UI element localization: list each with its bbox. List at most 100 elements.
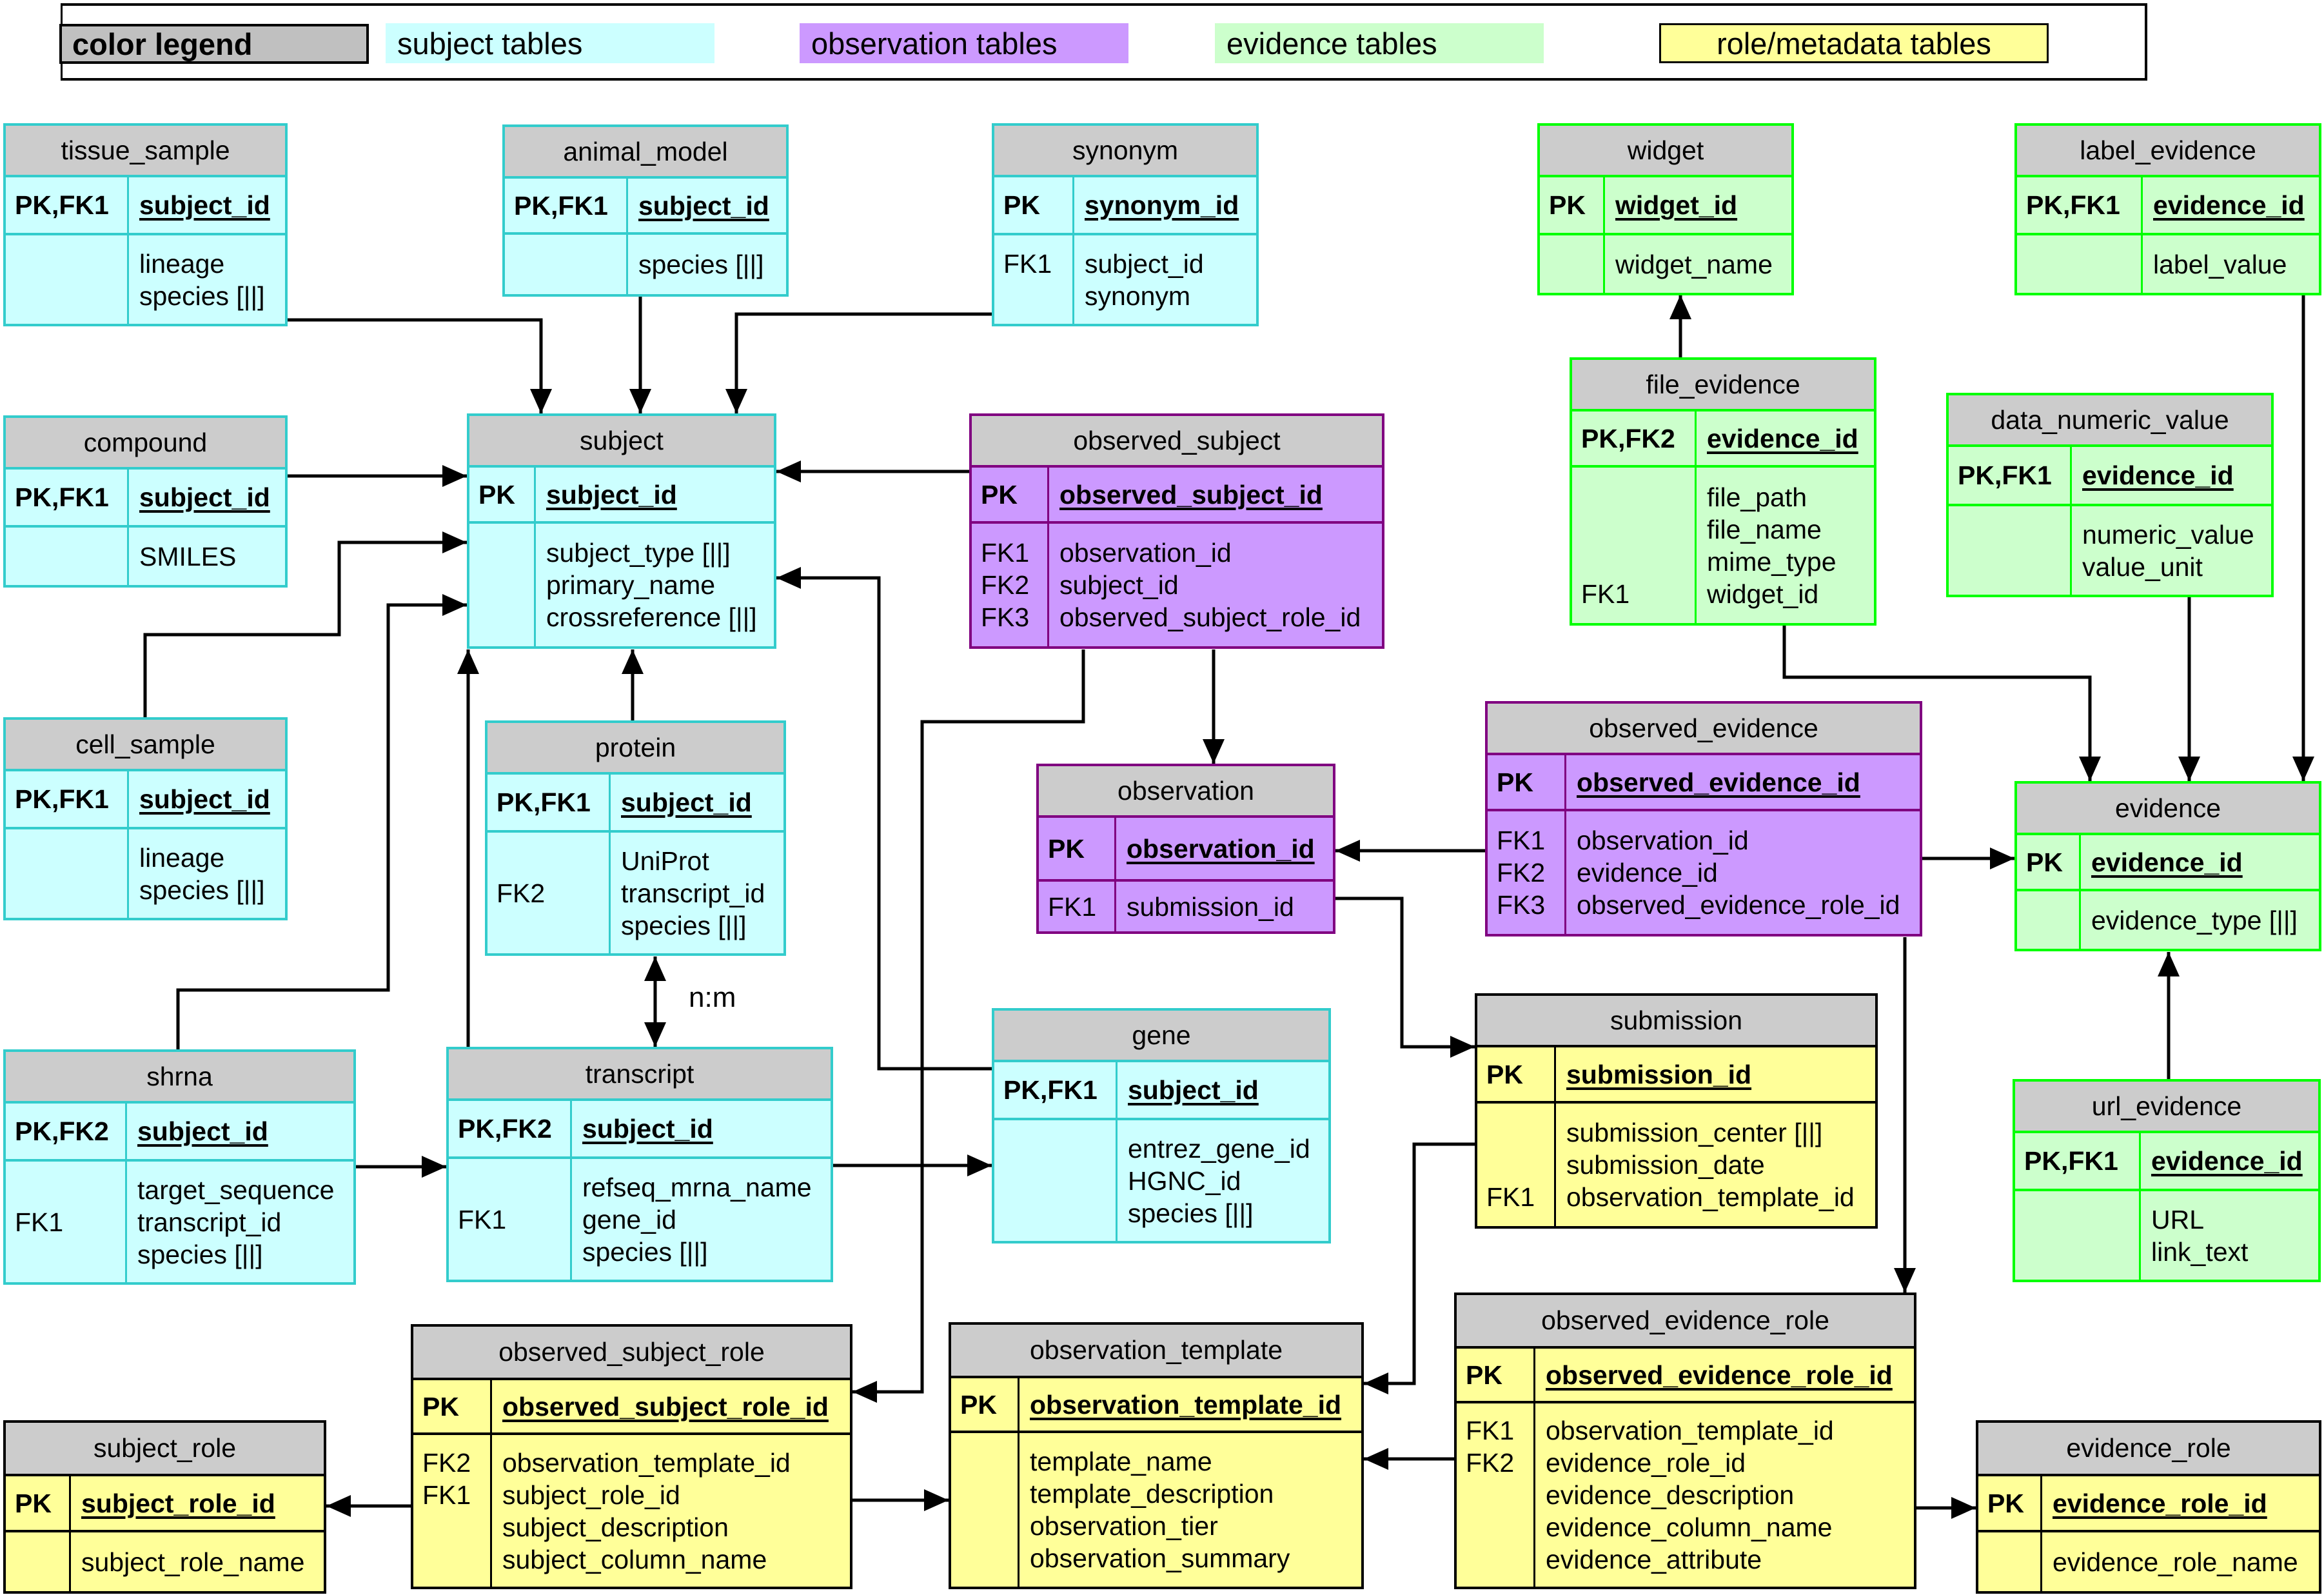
table-title: submission	[1477, 996, 1875, 1047]
key-marker: PK	[478, 479, 515, 510]
field-name: widget_name	[1615, 249, 1773, 279]
field-key-marker	[1486, 1149, 1554, 1181]
field-key-marker	[960, 1510, 1018, 1542]
field-key-marker: FK2	[497, 878, 546, 908]
field-key-marker	[1958, 519, 2070, 551]
primary-key-row: PK widget_id	[1540, 177, 1791, 235]
key-marker: PK,FK1	[2026, 190, 2120, 220]
field-list: FK1 submission_center [||] submission_date…	[1477, 1104, 1875, 1226]
field-list: FK1 FK2 FK3 observation_id evidence_id observ…	[1488, 811, 1920, 934]
field-key-marker	[960, 1445, 1018, 1478]
table-title: widget	[1540, 126, 1791, 177]
field-key-marker	[478, 601, 534, 633]
table-evidence: evidence PK evidence_id evidence_type [||]	[2014, 781, 2321, 951]
protein-end-arrowhead-icon	[644, 956, 666, 981]
field-name: evidence_role_id	[1546, 1448, 1746, 1478]
field-name: mime_type	[1707, 546, 1837, 577]
primary-key-row: PK,FK1 evidence_id	[1949, 447, 2271, 506]
primary-key-field: evidence_id	[2153, 190, 2305, 220]
primary-key-row: PK,FK2 subject_id	[449, 1101, 831, 1159]
primary-key-field: subject_id	[137, 1116, 268, 1146]
field-name: value_unit	[2082, 551, 2203, 582]
observed_subject-observed_subject_role-arrowhead-icon	[852, 1381, 877, 1403]
transcript-end-arrowhead-icon	[644, 1022, 666, 1047]
observation-submission-arrowhead-icon	[1450, 1036, 1475, 1058]
field-key-marker	[514, 248, 626, 281]
table-title: tissue_sample	[6, 126, 285, 177]
field-list: widget_name	[1540, 235, 1791, 293]
primary-key-row: PK synonym_id	[994, 177, 1256, 235]
primary-key-row: PK,FK1 subject_id	[505, 179, 786, 235]
observed_subject_role-observation_template-arrowhead-icon	[924, 1489, 949, 1511]
field-list: FK1 target_sequence transcript_id species […	[6, 1162, 353, 1282]
field-name: label_value	[2153, 249, 2287, 279]
field-name: evidence_role_name	[2053, 1547, 2298, 1577]
table-title: observation	[1039, 766, 1333, 818]
synonym-subject-arrowhead-icon	[725, 389, 747, 413]
field-name: widget_id	[1707, 579, 1819, 609]
shrna-subject-arrowhead-icon	[442, 594, 467, 616]
field-key-marker	[422, 1511, 490, 1543]
field-name: numeric_value	[2082, 519, 2254, 550]
field-key-marker	[478, 537, 534, 569]
field-name: UniProt	[621, 846, 709, 876]
table-observation: observation PK observation_id FK1 submission…	[1036, 764, 1335, 934]
field-key-marker: FK1	[1486, 1182, 1535, 1212]
observed_evidence-observed_evidence_role-arrowhead-icon	[1894, 1268, 1916, 1293]
table-title: compound	[6, 418, 285, 470]
primary-key-field: observed_evidence_id	[1577, 767, 1860, 797]
table-transcript: transcript PK,FK2 subject_id FK1 refseq_mrna…	[446, 1047, 833, 1282]
data_numeric_value-evidence-arrowhead-icon	[2178, 757, 2200, 781]
field-name: subject_role_id	[502, 1480, 680, 1510]
field-list: URL link_text	[2015, 1191, 2318, 1280]
primary-key-row: PK observed_subject_role_id	[413, 1380, 850, 1435]
primary-key-field: observation_template_id	[1030, 1389, 1342, 1420]
field-list: FK1 submission_id	[1039, 882, 1333, 931]
observed_evidence_role-observation_template-arrowhead-icon	[1364, 1448, 1388, 1470]
field-name: observation_id	[1577, 826, 1749, 855]
field-key-marker	[1003, 1133, 1116, 1165]
field-key-marker	[15, 540, 127, 573]
field-key-marker	[1549, 248, 1603, 281]
key-marker: PK,FK2	[15, 1116, 109, 1146]
key-marker: PK	[1466, 1360, 1502, 1390]
field-name: entrez_gene_id	[1128, 1133, 1310, 1164]
observed_evidence_role-evidence_role-arrowhead-icon	[1951, 1497, 1976, 1519]
key-marker: PK	[1048, 833, 1085, 864]
url_evidence-evidence-arrowhead-icon	[2158, 952, 2180, 976]
primary-key-row: PK,FK2 subject_id	[6, 1104, 353, 1162]
key-marker: PK,FK1	[1958, 461, 2052, 490]
field-key-marker	[2026, 904, 2079, 936]
field-name: template_name	[1030, 1447, 1212, 1476]
field-key-marker	[15, 1174, 125, 1206]
table-submission: submission PK submission_id FK1 submission_c…	[1475, 993, 1878, 1229]
protein-subject-arrowhead-icon	[622, 649, 644, 674]
field-name: species [||]	[139, 281, 265, 311]
field-name: template_description	[1030, 1479, 1274, 1509]
field-name: species [||]	[139, 875, 265, 905]
field-name: species [||]	[1128, 1198, 1254, 1228]
field-key-marker: FK1	[15, 1207, 64, 1237]
field-list: lineage species [||]	[6, 235, 285, 324]
connector-tissue_sample-subject	[288, 318, 543, 413]
field-name: observation_template_id	[1566, 1182, 1855, 1212]
field-key-marker: FK2	[1497, 858, 1546, 887]
field-list: template_name template_description observa…	[951, 1433, 1361, 1587]
field-list: FK1 refseq_mrna_name gene_id species [||]	[449, 1159, 831, 1280]
field-name: subject_type [||]	[546, 538, 731, 568]
legend-evidence-tables: evidence tables	[1215, 23, 1544, 63]
field-key-marker	[2026, 248, 2141, 281]
field-key-marker	[15, 280, 127, 312]
field-name: file_path	[1707, 482, 1807, 512]
primary-key-field: subject_id	[621, 788, 752, 817]
field-name: subject_column_name	[502, 1544, 767, 1574]
table-title: gene	[994, 1011, 1328, 1062]
field-name: evidence_type [||]	[2091, 905, 2298, 935]
field-key-marker	[1003, 1165, 1116, 1197]
primary-key-field: evidence_id	[2082, 461, 2234, 490]
file_evidence-evidence-arrowhead-icon	[2079, 757, 2101, 781]
primary-key-field: subject_id	[139, 482, 270, 512]
field-list: subject_role_name	[6, 1532, 324, 1591]
table-shrna: shrna PK,FK2 subject_id FK1 target_sequence t…	[3, 1049, 356, 1285]
field-list: numeric_value value_unit	[1949, 506, 2271, 595]
